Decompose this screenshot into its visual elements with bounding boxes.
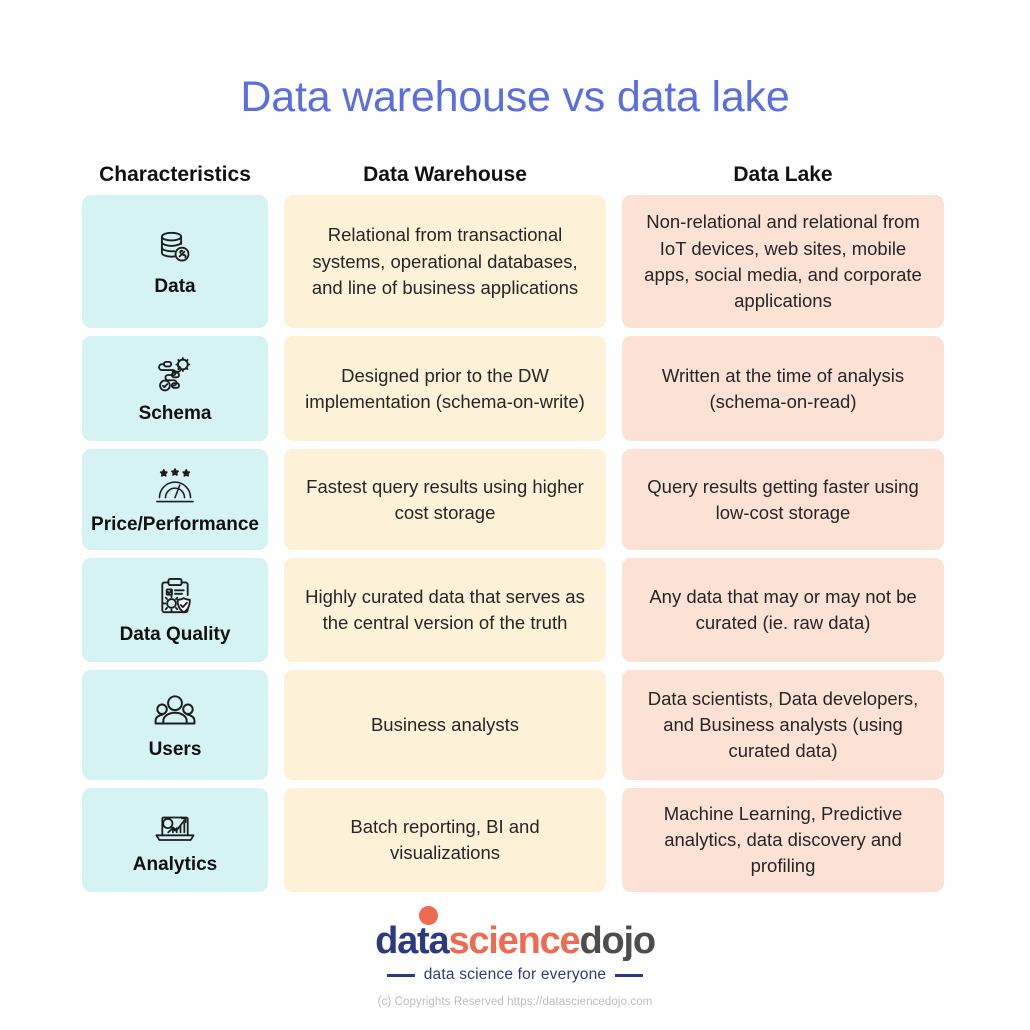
clipboard-shield-icon [153, 574, 197, 618]
data-warehouse-cell: Batch reporting, BI and visualizations [284, 788, 606, 893]
analytics-laptop-icon [153, 804, 197, 848]
logo-text-data: data [375, 920, 450, 963]
cell-text: Any data that may or may not be curated … [649, 586, 917, 634]
table-row: Price/Performance Fastest query results … [82, 449, 948, 551]
characteristic-label: Data Quality [119, 624, 231, 646]
characteristic-cell: Data [82, 195, 268, 329]
database-icon [153, 226, 197, 270]
cell-text: Relational from transactional systems, o… [311, 224, 579, 298]
characteristic-cell: Price/Performance [82, 449, 268, 551]
cell-text: Non-relational and relational from IoT d… [644, 211, 922, 312]
characteristic-label: Schema [138, 402, 212, 424]
characteristic-label: Price/Performance [91, 513, 259, 535]
cell-text: Designed prior to the DW implementation … [305, 364, 585, 412]
data-warehouse-cell: Fastest query results using higher cost … [284, 449, 606, 551]
cell-text: Highly curated data that serves as the c… [305, 586, 585, 634]
users-group-icon [153, 689, 197, 733]
cell-text: Business analysts [370, 714, 520, 736]
tagline-dash-left-icon [386, 973, 415, 977]
column-header-data-lake: Data Lake [733, 163, 833, 187]
characteristic-cell: Schema [82, 336, 268, 442]
data-lake-cell: Written at the time of analysis (schema-… [622, 336, 944, 442]
table-header-row: Characteristics Data Warehouse Data Lake [82, 155, 948, 185]
page-title: Data warehouse vs data lake [240, 73, 790, 121]
logo-text-science: science [448, 920, 580, 963]
data-warehouse-cell: Relational from transactional systems, o… [284, 195, 606, 329]
table-row: Schema Designed prior to the DW implemen… [82, 336, 948, 442]
table-row: Users Business analysts Data scientists,… [82, 670, 948, 781]
cell-text: Batch reporting, BI and visualizations [350, 816, 540, 864]
logo-text-dojo: dojo [579, 920, 656, 963]
data-warehouse-cell: Designed prior to the DW implementation … [284, 336, 606, 442]
data-warehouse-cell: Highly curated data that serves as the c… [284, 558, 606, 663]
characteristic-label: Users [148, 739, 202, 761]
table-row: Data Quality Highly curated data that se… [82, 558, 948, 663]
comparison-table: Characteristics Data Warehouse Data Lake [82, 155, 948, 900]
datasciencedojo-logo: data science dojo [375, 906, 656, 963]
tagline-dash-right-icon [615, 973, 644, 977]
characteristic-label: Analytics [132, 854, 218, 876]
cell-text: Data scientists, Data developers, and Bu… [647, 687, 919, 762]
data-lake-cell: Non-relational and relational from IoT d… [622, 195, 944, 329]
tagline-text: data science for everyone [423, 966, 607, 984]
table-row: Analytics Batch reporting, BI and visual… [82, 788, 948, 893]
schema-workflow-icon [153, 353, 197, 397]
infographic-page: Data warehouse vs data lake Characterist… [0, 0, 1030, 1030]
data-warehouse-cell: Business analysts [284, 670, 606, 781]
logo-tagline: data science for everyone [386, 966, 644, 984]
data-lake-cell: Any data that may or may not be curated … [622, 558, 944, 663]
data-lake-cell: Machine Learning, Predictive analytics, … [622, 788, 944, 893]
cell-text: Fastest query results using higher cost … [306, 475, 584, 523]
footer: data science dojo data science for every… [375, 906, 656, 1009]
table-row: Data Relational from transactional syste… [82, 195, 948, 329]
cell-text: Written at the time of analysis (schema-… [661, 364, 905, 412]
characteristic-cell: Data Quality [82, 558, 268, 663]
data-lake-cell: Data scientists, Data developers, and Bu… [622, 670, 944, 781]
characteristic-label: Data [154, 275, 196, 297]
gauge-stars-icon [153, 464, 197, 508]
characteristic-cell: Analytics [82, 788, 268, 893]
characteristic-cell: Users [82, 670, 268, 781]
data-lake-cell: Query results getting faster using low-c… [622, 449, 944, 551]
copyright-notice: (c) Copyrights Reserved https://datascie… [377, 996, 653, 1009]
column-header-data-warehouse: Data Warehouse [363, 163, 527, 187]
cell-text: Machine Learning, Predictive analytics, … [663, 802, 903, 877]
column-header-characteristics: Characteristics [99, 163, 251, 187]
cell-text: Query results getting faster using low-c… [647, 475, 919, 523]
